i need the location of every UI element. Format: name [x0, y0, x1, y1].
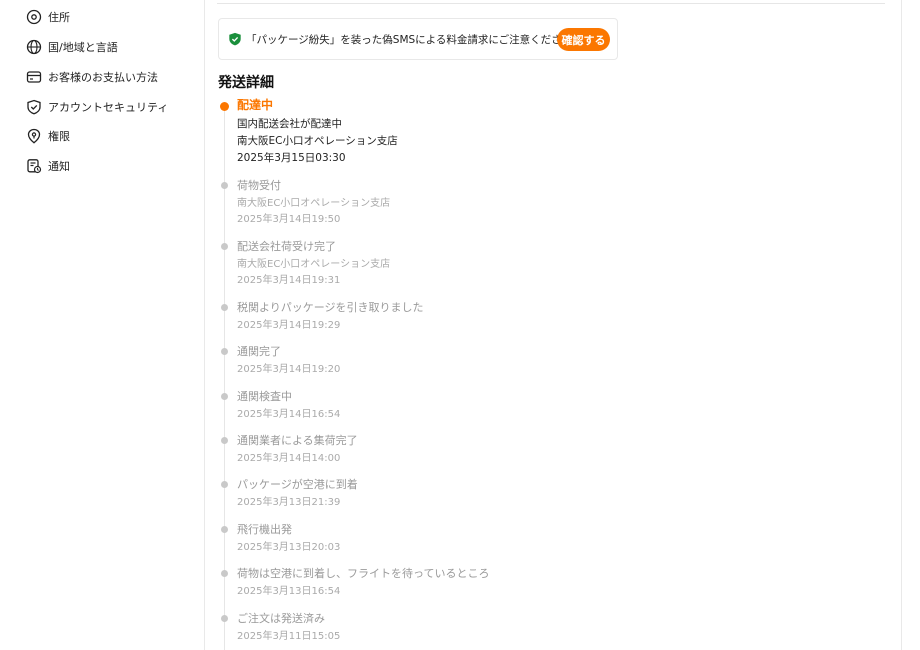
sidebar-item-payment-methods[interactable]: お客様のお支払い方法: [26, 66, 158, 88]
shield-check-icon: [27, 99, 41, 115]
timeline-track: [224, 110, 225, 650]
event-timestamp: 2025年3月13日20:03: [237, 542, 341, 553]
event-location: 南大阪EC小口オペレーション支店: [237, 135, 398, 147]
confirm-button[interactable]: 確認する: [557, 28, 610, 51]
event-status: 通関完了: [237, 345, 281, 358]
sidebar-item-account-security[interactable]: アカウントセキュリティ: [26, 96, 168, 118]
timeline-dot: [221, 526, 228, 533]
event-timestamp: 2025年3月14日19:29: [237, 320, 341, 331]
warning-message: 「パッケージ紛失」を装った偽SMSによる料金請求にご注意ください。: [246, 33, 583, 46]
shield-check-icon: [229, 32, 241, 46]
sidebar-item-label: 権限: [48, 130, 70, 143]
event-status: 税関よりパッケージを引き取りました: [237, 301, 424, 314]
event-status: 配送会社荷受け完了: [237, 240, 336, 253]
timeline-dot: [221, 348, 228, 355]
sidebar-item-notifications[interactable]: 通知: [26, 155, 70, 177]
event-timestamp: 2025年3月14日19:20: [237, 364, 341, 375]
event-status: パッケージが空港に到着: [237, 478, 358, 491]
event-status: 通関業者による集荷完了: [237, 434, 358, 447]
event-timestamp: 2025年3月14日19:31: [237, 275, 341, 286]
timeline-dot-active: [220, 102, 229, 111]
event-timestamp: 2025年3月14日16:54: [237, 409, 341, 420]
event-timestamp: 2025年3月13日16:54: [237, 586, 341, 597]
event-status: ご注文は発送済み: [237, 612, 325, 625]
event-timestamp: 2025年3月11日15:05: [237, 631, 341, 642]
shipping-details-title: 発送詳細: [218, 75, 274, 91]
sidebar-item-label: 住所: [48, 11, 70, 24]
event-timestamp: 2025年3月13日21:39: [237, 497, 341, 508]
timeline-dot: [221, 437, 228, 444]
content-right-border: [901, 0, 902, 650]
sidebar-item-label: お客様のお支払い方法: [48, 71, 158, 84]
globe-icon: [26, 39, 42, 55]
event-status: 荷物は空港に到着し、フライトを待っているところ: [237, 567, 490, 580]
credit-card-icon: [26, 71, 42, 83]
sidebar-item-region-language[interactable]: 国/地域と言語: [26, 36, 118, 58]
account-sidebar: 住所 国/地域と言語 お客様のお支払い方法 アカウントセキュリティ 権限 通知: [0, 0, 205, 650]
timeline-dot: [221, 182, 228, 189]
event-timestamp: 2025年3月14日14:00: [237, 453, 341, 464]
timeline-dot: [221, 570, 228, 577]
notification-icon: [27, 159, 42, 174]
event-status: 配達中: [237, 98, 274, 112]
timeline-dot: [221, 304, 228, 311]
sidebar-item-label: アカウントセキュリティ: [48, 101, 169, 114]
event-location: 南大阪EC小口オペレーション支店: [237, 198, 391, 209]
sidebar-item-permissions[interactable]: 権限: [26, 125, 70, 147]
scam-warning-banner: 「パッケージ紛失」を装った偽SMSによる料金請求にご注意ください。 確認する: [218, 18, 618, 60]
event-timestamp: 2025年3月14日19:50: [237, 214, 341, 225]
sidebar-item-label: 国/地域と言語: [48, 41, 118, 54]
event-location: 南大阪EC小口オペレーション支店: [237, 259, 391, 270]
event-status: 荷物受付: [237, 179, 281, 192]
timeline-dot: [221, 243, 228, 250]
location-pin-icon: [26, 9, 42, 25]
section-divider: [217, 3, 885, 4]
event-status: 通関検査中: [237, 390, 292, 403]
sidebar-item-label: 通知: [48, 160, 70, 173]
event-timestamp: 2025年3月15日03:30: [237, 152, 346, 164]
timeline-dot: [221, 393, 228, 400]
timeline-dot: [221, 481, 228, 488]
event-status: 飛行機出発: [237, 523, 292, 536]
permission-shield-icon: [27, 128, 41, 144]
timeline-dot: [221, 615, 228, 622]
event-detail: 国内配送会社が配達中: [237, 118, 342, 130]
sidebar-item-address[interactable]: 住所: [26, 6, 70, 28]
